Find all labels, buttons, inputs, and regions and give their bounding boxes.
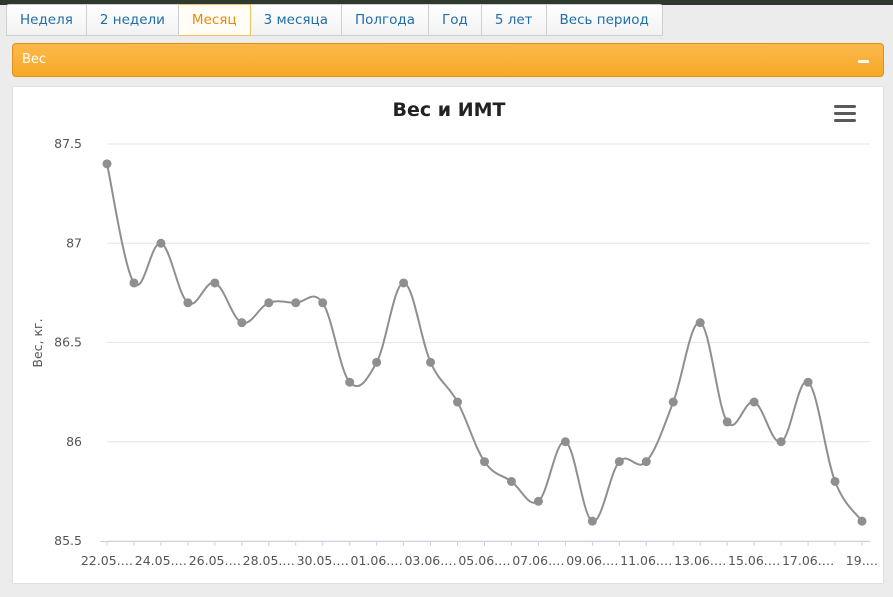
y-tick-label: 85.5 bbox=[54, 533, 82, 548]
x-tick-label: 22.05.… bbox=[81, 553, 133, 568]
data-point[interactable] bbox=[129, 278, 139, 288]
data-point[interactable] bbox=[749, 397, 759, 407]
data-point[interactable] bbox=[318, 298, 328, 308]
x-tick-label: 07.06.… bbox=[512, 553, 564, 568]
hamburger-menu-icon[interactable] bbox=[834, 105, 856, 122]
y-tick-label: 86 bbox=[66, 434, 82, 449]
data-point[interactable] bbox=[614, 457, 624, 467]
grid-lines bbox=[107, 143, 870, 542]
x-tick-label: 28.05.… bbox=[243, 553, 295, 568]
x-tick-label: 09.06.… bbox=[566, 553, 618, 568]
data-point[interactable] bbox=[480, 457, 489, 467]
y-tick-label: 87.5 bbox=[54, 136, 82, 151]
data-point[interactable] bbox=[641, 457, 651, 467]
x-tick-label: 11.06.… bbox=[620, 553, 672, 568]
data-point[interactable] bbox=[668, 397, 678, 407]
data-point[interactable] bbox=[695, 318, 705, 328]
data-point[interactable] bbox=[587, 516, 597, 526]
x-tick-label: 01.06.… bbox=[351, 553, 403, 568]
x-tick-label: 13.06.… bbox=[674, 553, 726, 568]
x-axis: 22.05.… 24.05.… 26.05.… 28.05.… 30.05.… 01.06… bbox=[81, 541, 878, 568]
data-point[interactable] bbox=[560, 437, 570, 447]
data-point[interactable] bbox=[156, 238, 166, 248]
weight-line-chart: Вес и ИМТ 87.5 87 86.5 86 85.5 Вес, кг. 22.0… bbox=[30, 99, 878, 568]
data-point[interactable] bbox=[264, 298, 274, 308]
data-point[interactable] bbox=[722, 417, 732, 427]
data-point[interactable] bbox=[183, 298, 193, 308]
x-tick-label: 30.05.… bbox=[297, 553, 349, 568]
data-point[interactable] bbox=[237, 318, 247, 328]
y-axis-ticks: 87.5 87 86.5 86 85.5 bbox=[54, 136, 82, 548]
data-point[interactable] bbox=[291, 298, 301, 308]
data-point[interactable] bbox=[830, 476, 840, 486]
data-point[interactable] bbox=[210, 278, 220, 288]
chart-title: Вес и ИМТ bbox=[393, 99, 506, 121]
x-tick-label: 05.06.… bbox=[458, 553, 510, 568]
y-axis-label: Вес, кг. bbox=[30, 318, 45, 367]
data-point[interactable] bbox=[857, 516, 867, 526]
data-point[interactable] bbox=[102, 159, 112, 169]
data-point[interactable] bbox=[426, 357, 436, 367]
data-point[interactable] bbox=[453, 397, 463, 407]
x-tick-label: 03.06.… bbox=[404, 553, 456, 568]
data-point[interactable] bbox=[345, 377, 355, 387]
data-point[interactable] bbox=[372, 357, 382, 367]
data-point[interactable] bbox=[533, 496, 543, 506]
data-point[interactable] bbox=[399, 278, 409, 288]
data-point[interactable] bbox=[803, 377, 813, 387]
x-tick-label: 17.06.… bbox=[782, 553, 834, 568]
y-tick-label: 86.5 bbox=[54, 335, 82, 350]
x-tick-label: 26.05.… bbox=[189, 553, 241, 568]
data-point[interactable] bbox=[776, 437, 786, 447]
x-tick-label: 24.05.… bbox=[135, 553, 187, 568]
x-tick-label: 19.… bbox=[846, 553, 878, 568]
x-tick-label: 15.06.… bbox=[728, 553, 780, 568]
data-point[interactable] bbox=[506, 476, 516, 486]
y-tick-label: 87 bbox=[66, 235, 82, 250]
